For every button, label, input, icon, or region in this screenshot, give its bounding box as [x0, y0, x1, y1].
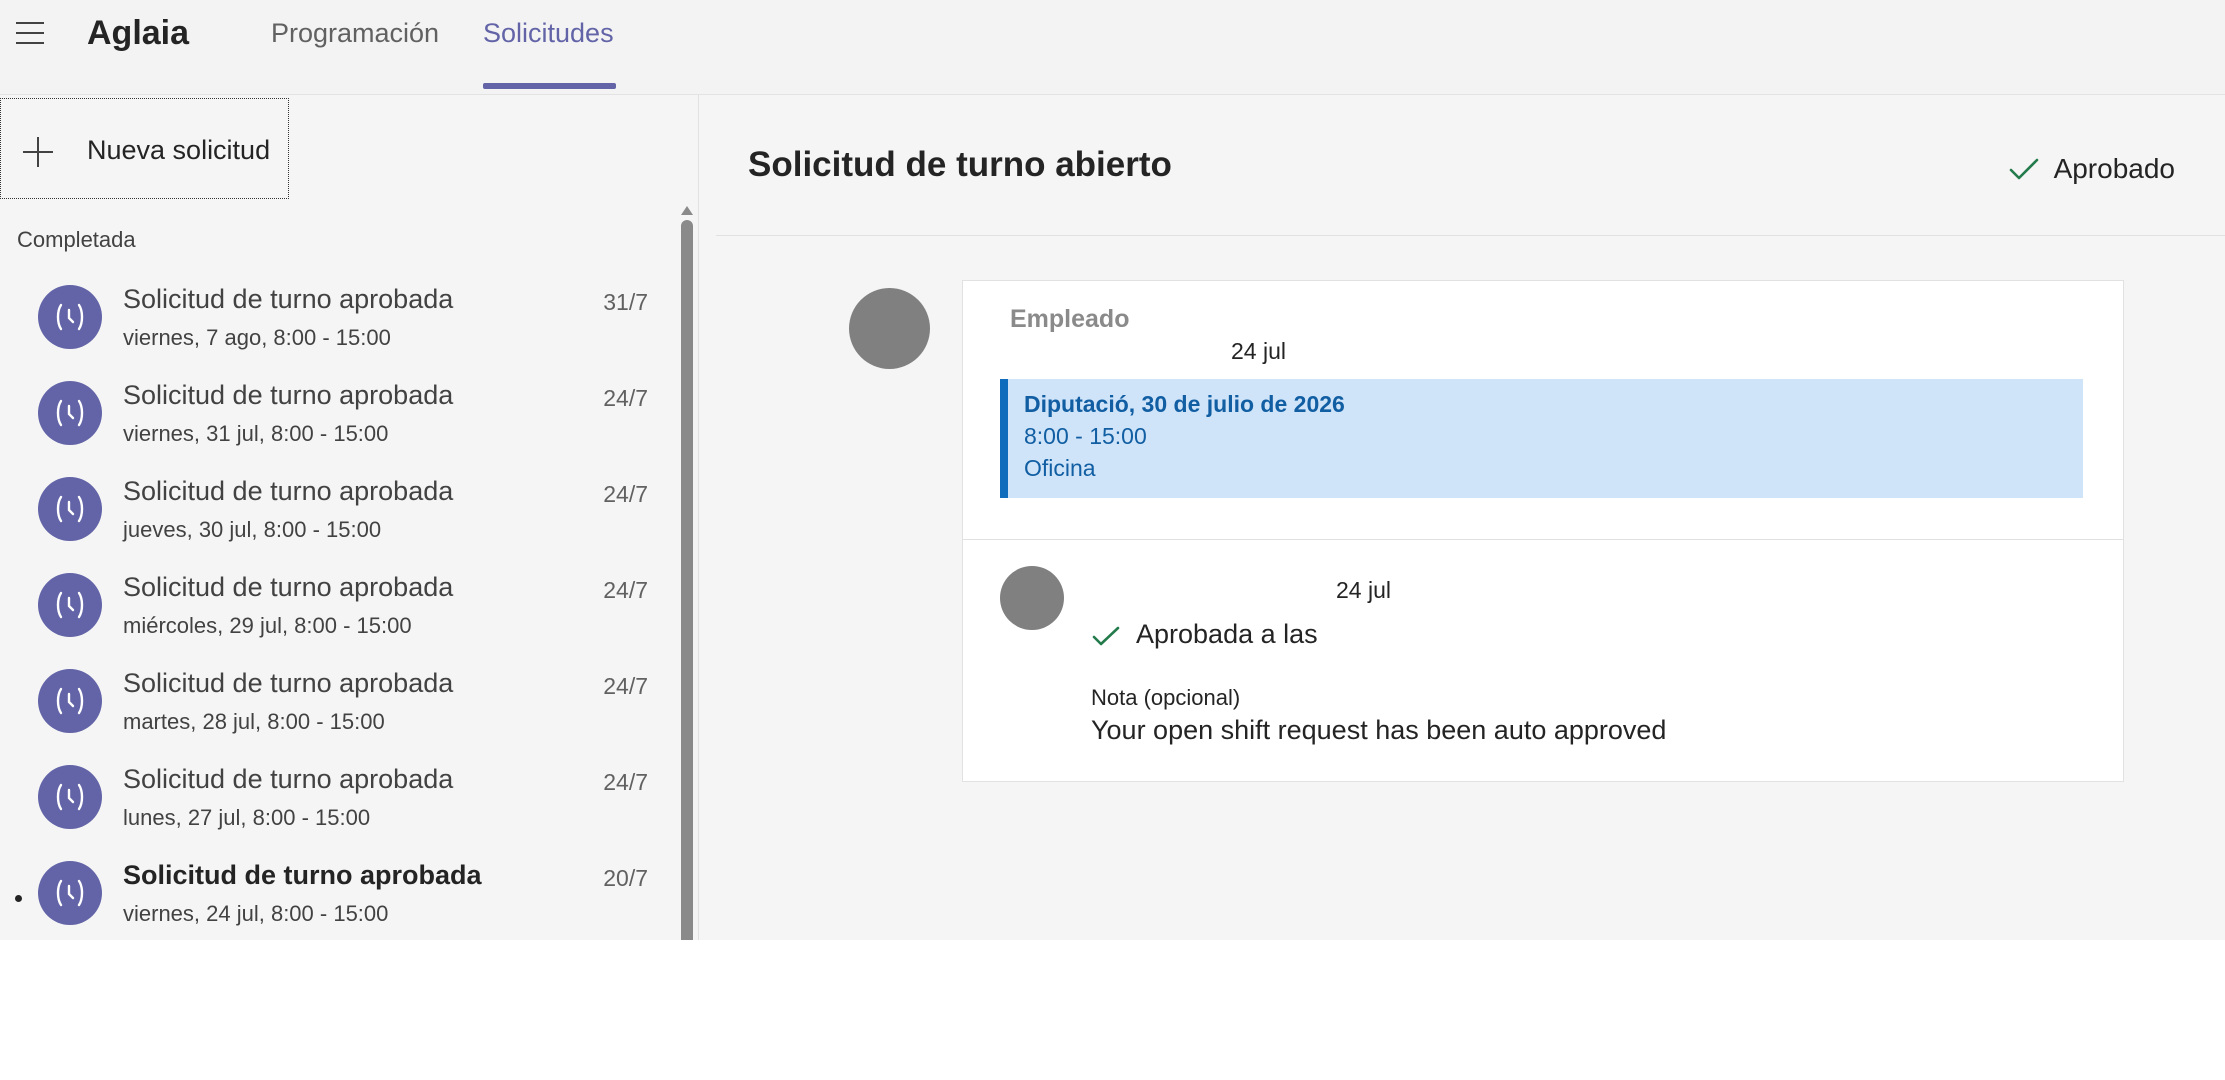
scrollbar[interactable]: [681, 220, 693, 940]
checkmark-icon: [1092, 626, 1120, 646]
list-item[interactable]: Solicitud de turno aprobada viernes, 7 a…: [0, 281, 676, 377]
page-title: Solicitud de turno abierto: [748, 145, 1172, 184]
approval-text: Aprobada a las: [1136, 619, 1318, 649]
open-shift-icon: [38, 477, 102, 541]
list-item[interactable]: Solicitud de turno aprobada viernes, 31 …: [0, 377, 676, 473]
shift-time: 8:00 - 15:00: [1024, 423, 1147, 449]
item-subtitle: miércoles, 29 jul, 8:00 - 15:00: [123, 613, 412, 638]
active-tab-indicator: [483, 83, 616, 89]
note-label: Nota (opcional): [1091, 685, 1241, 710]
item-subtitle: viernes, 31 jul, 8:00 - 15:00: [123, 421, 389, 446]
tab-solicitudes[interactable]: Solicitudes: [483, 18, 614, 49]
manager-date: 24 jul: [1336, 577, 1391, 603]
tab-programacion[interactable]: Programación: [271, 18, 439, 49]
open-shift-icon: [38, 861, 102, 925]
avatar: [849, 288, 930, 369]
avatar: [1000, 566, 1064, 630]
list-item[interactable]: Solicitud de turno aprobada jueves, 30 j…: [0, 473, 676, 569]
item-date: 24/7: [603, 769, 648, 795]
list-item[interactable]: Solicitud de turno aprobada lunes, 27 ju…: [0, 761, 676, 857]
item-title: Solicitud de turno aprobada: [123, 764, 454, 794]
item-title: Solicitud de turno aprobada: [123, 380, 454, 410]
plus-icon: [23, 137, 53, 167]
shift-location: Oficina: [1024, 455, 1096, 481]
item-title: Solicitud de turno aprobada: [123, 572, 454, 602]
section-label-completed: Completada: [17, 227, 136, 252]
item-subtitle: jueves, 30 jul, 8:00 - 15:00: [123, 517, 382, 542]
request-detail-card: Empleado 24 jul Diputació, 30 de julio d…: [962, 280, 2124, 782]
employee-label: Empleado: [1010, 305, 1130, 333]
list-item[interactable]: Solicitud de turno aprobada miércoles, 2…: [0, 569, 676, 665]
top-bar: Aglaia Programación Solicitudes: [0, 0, 2225, 95]
open-shift-icon: [38, 285, 102, 349]
open-shift-icon: [38, 765, 102, 829]
item-date: 31/7: [603, 289, 648, 315]
new-request-button[interactable]: Nueva solicitud: [0, 98, 289, 199]
hamburger-menu-icon[interactable]: [16, 22, 46, 46]
open-shift-icon: [38, 669, 102, 733]
open-shift-icon: [38, 573, 102, 637]
list-item-selected[interactable]: Solicitud de turno aprobada viernes, 24 …: [0, 857, 676, 953]
new-request-label: Nueva solicitud: [87, 135, 271, 165]
item-subtitle: viernes, 24 jul, 8:00 - 15:00: [123, 901, 389, 926]
divider: [963, 539, 2123, 540]
item-date: 24/7: [603, 385, 648, 411]
app-window: Aglaia Programación Solicitudes Nueva so…: [0, 0, 2225, 940]
selected-indicator: [15, 895, 22, 902]
item-subtitle: martes, 28 jul, 8:00 - 15:00: [123, 709, 385, 734]
status-badge: Aprobado: [2009, 153, 2175, 185]
item-date: 24/7: [603, 577, 648, 603]
note-text: Your open shift request has been auto ap…: [1091, 715, 1667, 745]
checkmark-icon: [2009, 158, 2038, 180]
item-title: Solicitud de turno aprobada: [123, 284, 454, 314]
item-subtitle: lunes, 27 jul, 8:00 - 15:00: [123, 805, 371, 830]
employee-date: 24 jul: [1231, 338, 1286, 364]
request-list-pane: Nueva solicitud Completada Solicitud de …: [0, 95, 699, 940]
item-title: Solicitud de turno aprobada: [123, 476, 454, 506]
detail-header: Solicitud de turno abierto Aprobado: [716, 95, 2225, 236]
status-label: Aprobado: [2053, 153, 2175, 184]
shift-title: Diputació, 30 de julio de 2026: [1024, 391, 1345, 417]
shift-card: Diputació, 30 de julio de 2026 8:00 - 15…: [1000, 379, 2083, 498]
item-title: Solicitud de turno aprobada: [123, 668, 454, 698]
open-shift-icon: [38, 381, 102, 445]
item-subtitle: viernes, 7 ago, 8:00 - 15:00: [123, 325, 391, 350]
list-item[interactable]: Solicitud de turno aprobada martes, 28 j…: [0, 665, 676, 761]
scroll-up-arrow[interactable]: [681, 206, 693, 215]
item-date: 20/7: [603, 865, 648, 891]
item-title: Solicitud de turno aprobada: [123, 860, 482, 890]
app-title: Aglaia: [87, 14, 190, 52]
item-date: 24/7: [603, 481, 648, 507]
approval-status: Aprobada a las: [1092, 619, 1318, 650]
item-date: 24/7: [603, 673, 648, 699]
